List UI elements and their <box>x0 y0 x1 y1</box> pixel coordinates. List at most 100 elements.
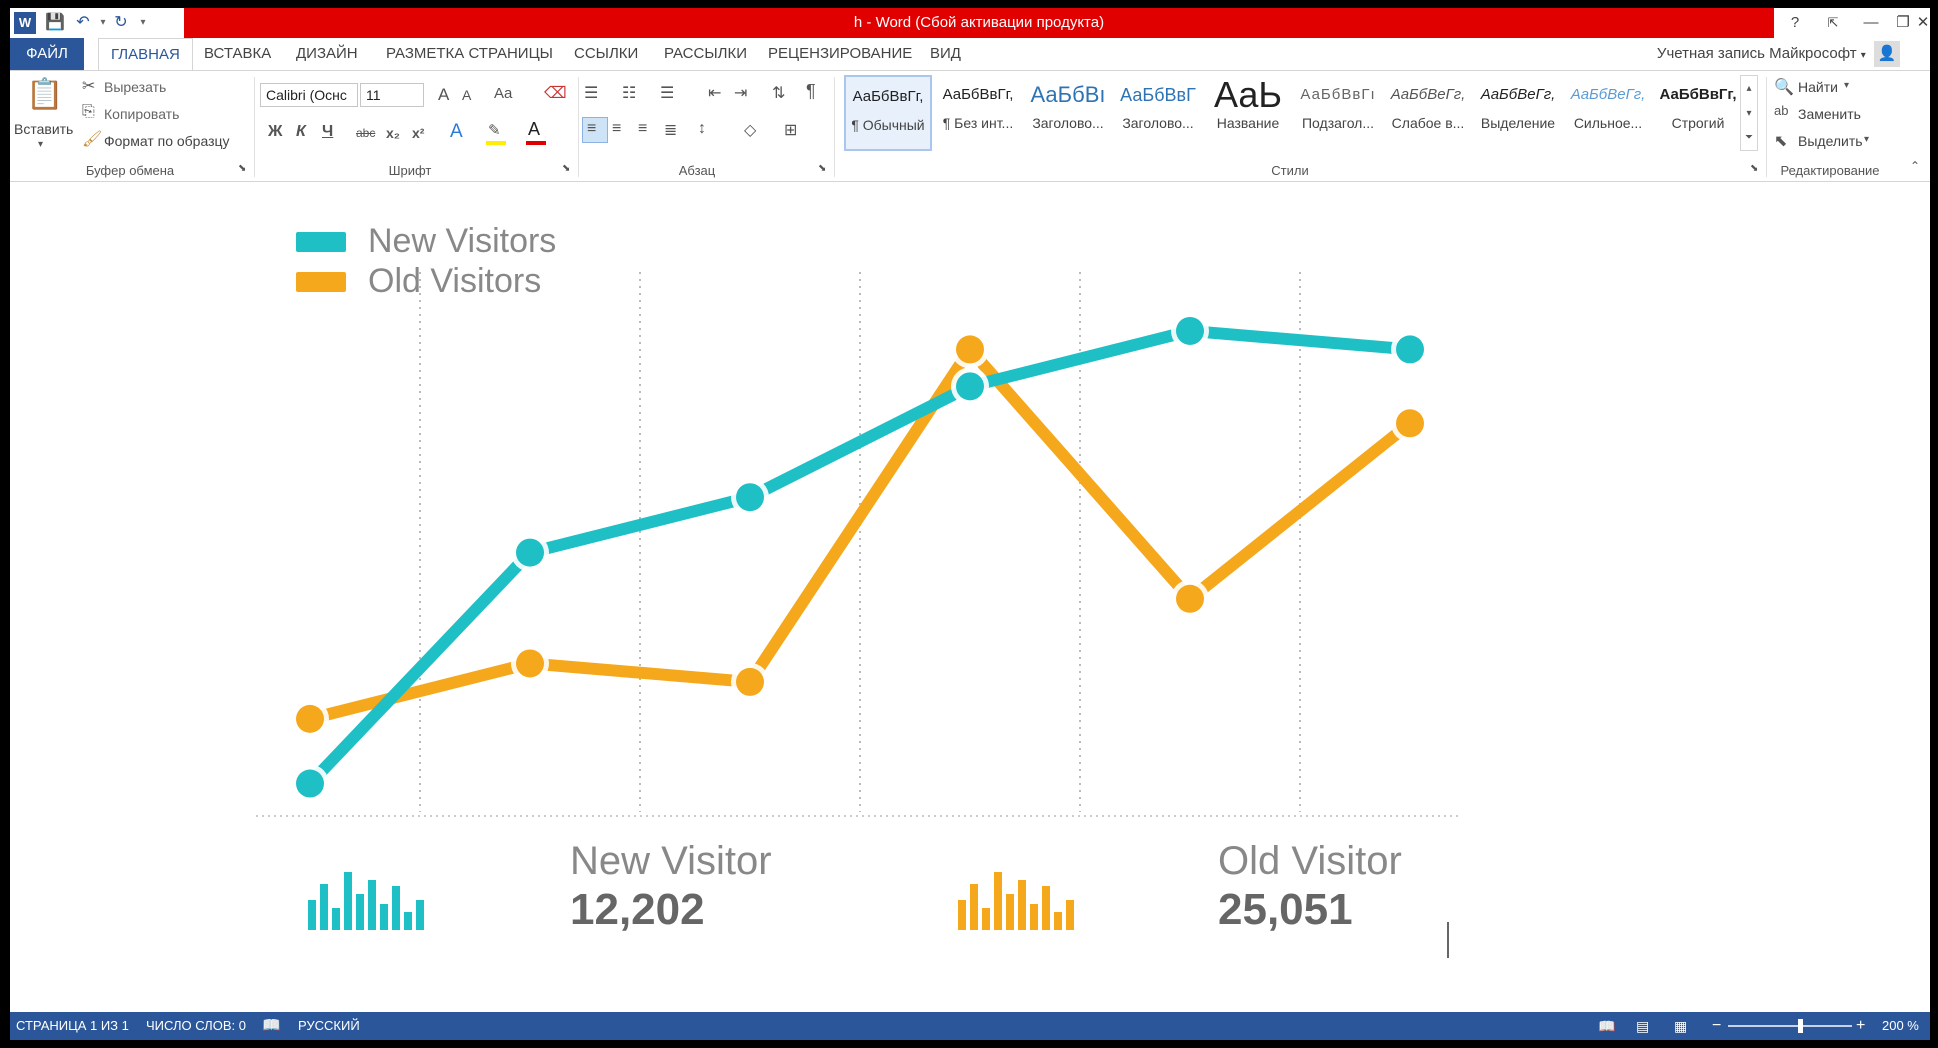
data-point-old[interactable] <box>1396 409 1424 438</box>
zoom-slider-thumb[interactable] <box>1798 1019 1803 1033</box>
find-icon[interactable]: 🔍 <box>1774 77 1794 97</box>
clipboard-launcher-icon[interactable]: ⬊ <box>238 163 246 174</box>
italic-button[interactable]: К <box>296 123 306 141</box>
undo-icon[interactable]: ↶ <box>72 12 94 34</box>
zoom-out-button[interactable]: − <box>1712 1012 1721 1040</box>
style-intense-emphasis[interactable]: АаБбВеГг, Сильное... <box>1564 75 1652 151</box>
collapse-ribbon-icon[interactable]: ⌃ <box>1910 159 1920 173</box>
data-point-old[interactable] <box>956 335 984 364</box>
align-right-icon[interactable]: ≡ <box>638 120 647 138</box>
print-layout-icon[interactable]: ▤ <box>1636 1012 1649 1040</box>
numbering-icon[interactable]: ☷ <box>622 83 636 103</box>
superscript-button[interactable]: x² <box>412 125 424 141</box>
tab-references[interactable]: ССЫЛКИ <box>562 38 650 70</box>
select-dropdown-icon[interactable]: ▾ <box>1864 134 1869 145</box>
data-point-old[interactable] <box>1176 584 1204 613</box>
increase-indent-icon[interactable]: ⇥ <box>734 83 747 103</box>
align-center-icon[interactable]: ≡ <box>612 120 621 138</box>
data-point-new[interactable] <box>296 769 324 798</box>
style-heading-2[interactable]: АаБбВвГ Заголово... <box>1114 75 1202 151</box>
account-menu[interactable]: Учетная запись Майкрософт ▾ 👤 <box>1657 38 1900 70</box>
data-point-new[interactable] <box>1396 335 1424 364</box>
subscript-button[interactable]: x₂ <box>386 125 400 141</box>
avatar[interactable]: 👤 <box>1874 41 1900 68</box>
customize-qat-icon[interactable]: ▾ <box>132 12 154 34</box>
scroll-down-icon[interactable]: ▾ <box>1741 101 1757 126</box>
paste-dropdown-icon[interactable]: ▾ <box>38 139 43 150</box>
paste-button[interactable]: Вставить <box>14 121 73 137</box>
save-icon[interactable]: 💾 <box>44 12 66 34</box>
font-size-select[interactable]: 11 <box>360 83 424 107</box>
styles-scrollbar[interactable]: ▴ ▾ ⏷ <box>1740 75 1758 151</box>
styles-launcher-icon[interactable]: ⬊ <box>1750 163 1758 174</box>
read-mode-icon[interactable]: 📖 <box>1598 1012 1615 1040</box>
copy-icon[interactable]: ⎘ <box>82 103 95 121</box>
language-indicator[interactable]: РУССКИЙ <box>298 1012 360 1040</box>
tab-review[interactable]: РЕЦЕНЗИРОВАНИЕ <box>756 38 924 70</box>
strikethrough-button[interactable]: abc <box>356 126 375 140</box>
data-point-old[interactable] <box>296 704 324 733</box>
tab-design[interactable]: ДИЗАЙН <box>284 38 370 70</box>
style-heading-1[interactable]: АаБбВı Заголово... <box>1024 75 1112 151</box>
change-case-button[interactable]: Aa <box>494 85 512 102</box>
paragraph-launcher-icon[interactable]: ⬊ <box>818 163 826 174</box>
style-subtitle[interactable]: АаБбВвГı Подзагол... <box>1294 75 1382 151</box>
select-icon[interactable]: ⬉ <box>1774 131 1787 151</box>
ribbon-display-options-icon[interactable]: ⇱ <box>1814 8 1852 38</box>
style-subtle-emphasis[interactable]: АаБбВеГг, Слабое в... <box>1384 75 1472 151</box>
underline-button[interactable]: Ч <box>322 123 333 141</box>
style-title[interactable]: АаЬ Название <box>1204 75 1292 151</box>
style-emphasis[interactable]: АаБбВеГг, Выделение <box>1474 75 1562 151</box>
scroll-up-icon[interactable]: ▴ <box>1741 76 1757 101</box>
web-layout-icon[interactable]: ▦ <box>1674 1012 1687 1040</box>
zoom-in-button[interactable]: + <box>1856 1012 1865 1040</box>
data-point-old[interactable] <box>736 667 764 696</box>
find-button[interactable]: Найти <box>1798 79 1838 95</box>
page-indicator[interactable]: СТРАНИЦА 1 ИЗ 1 <box>16 1012 129 1040</box>
data-point-new[interactable] <box>956 372 984 401</box>
close-button[interactable]: ✕ <box>1904 8 1938 38</box>
tab-insert[interactable]: ВСТАВКА <box>192 38 283 70</box>
zoom-level[interactable]: 200 % <box>1882 1012 1919 1040</box>
style-strong[interactable]: АаБбВвГг, Строгий <box>1654 75 1742 151</box>
style-no-spacing[interactable]: АаБбВвГг, ¶ Без инт... <box>934 75 1022 151</box>
data-point-new[interactable] <box>516 538 544 567</box>
help-button[interactable]: ? <box>1776 8 1814 38</box>
clear-formatting-icon[interactable]: ⌫ <box>544 83 567 103</box>
data-point-new[interactable] <box>1176 316 1204 345</box>
tab-mailings[interactable]: РАССЫЛКИ <box>652 38 759 70</box>
sort-icon[interactable]: ⇅ <box>772 83 785 103</box>
tab-home[interactable]: ГЛАВНАЯ <box>98 38 193 70</box>
redo-icon[interactable]: ↻ <box>110 12 132 34</box>
justify-icon[interactable]: ≣ <box>664 120 677 140</box>
data-point-new[interactable] <box>736 483 764 512</box>
borders-icon[interactable]: ⊞ <box>784 120 797 140</box>
highlight-icon[interactable]: ✎ <box>488 121 501 139</box>
style-normal[interactable]: АаБбВвГг, ¶ Обычный <box>844 75 932 151</box>
replace-icon[interactable]: ab <box>1774 103 1788 118</box>
proofing-icon[interactable]: 📖 <box>262 1012 281 1040</box>
tab-file[interactable]: ФАЙЛ <box>10 38 84 70</box>
grow-font-icon[interactable]: A <box>438 85 449 105</box>
select-button[interactable]: Выделить <box>1798 133 1863 149</box>
zoom-slider[interactable] <box>1728 1025 1852 1027</box>
show-formatting-button[interactable]: ¶ <box>806 81 816 102</box>
bullets-icon[interactable]: ☰ <box>584 83 598 103</box>
format-painter-button[interactable]: Формат по образцу <box>104 133 230 149</box>
shrink-font-icon[interactable]: A <box>462 87 471 103</box>
word-count[interactable]: ЧИСЛО СЛОВ: 0 <box>146 1012 246 1040</box>
font-launcher-icon[interactable]: ⬊ <box>562 163 570 174</box>
tab-layout[interactable]: РАЗМЕТКА СТРАНИЦЫ <box>374 38 565 70</box>
document-page[interactable]: New Visitors Old Visitors New Visitor 12… <box>10 182 1910 992</box>
tab-view[interactable]: ВИД <box>918 38 973 70</box>
copy-button[interactable]: Копировать <box>104 106 179 122</box>
multilevel-list-icon[interactable]: ☰ <box>660 83 674 103</box>
line-spacing-icon[interactable]: ↕ <box>698 120 706 138</box>
decrease-indent-icon[interactable]: ⇤ <box>708 83 721 103</box>
bold-button[interactable]: Ж <box>268 123 282 141</box>
font-family-select[interactable]: Calibri (Оснс <box>260 83 358 107</box>
replace-button[interactable]: Заменить <box>1798 106 1861 122</box>
format-painter-icon[interactable]: 🖌 <box>82 129 102 149</box>
cut-button[interactable]: Вырезать <box>104 79 166 95</box>
more-styles-icon[interactable]: ⏷ <box>1741 126 1757 150</box>
